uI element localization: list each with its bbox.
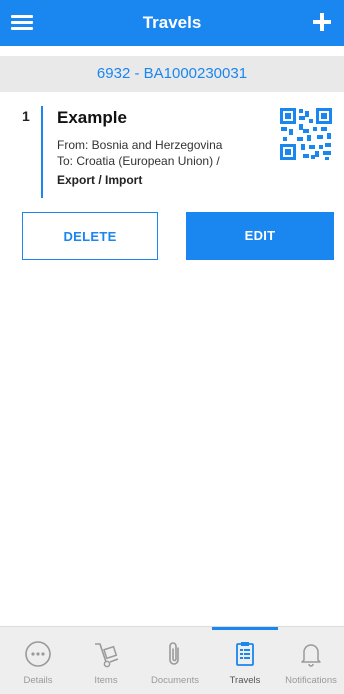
- tab-label: Items: [94, 675, 118, 686]
- tab-documents[interactable]: Documents: [142, 627, 208, 694]
- more-dots-icon: [23, 639, 53, 669]
- paperclip-icon: [160, 639, 190, 669]
- bottom-navigation: Details Items Documents Travels Notifica…: [0, 626, 344, 694]
- clipboard-icon: [230, 639, 260, 669]
- tab-label: Details: [23, 675, 53, 686]
- tab-items[interactable]: Items: [73, 627, 139, 694]
- travel-list-item[interactable]: 1 Example From: Bosnia and Herzegovina T…: [0, 100, 344, 200]
- travel-type: Export / Import: [57, 173, 143, 187]
- delete-button[interactable]: DELETE: [22, 212, 158, 260]
- tab-travels[interactable]: Travels: [212, 627, 278, 694]
- plus-icon[interactable]: [310, 10, 334, 34]
- tab-details[interactable]: Details: [5, 627, 71, 694]
- travel-divider: [41, 106, 43, 198]
- qr-code-icon[interactable]: [278, 106, 334, 162]
- tab-label: Notifications: [285, 675, 337, 686]
- hand-truck-icon: [91, 639, 121, 669]
- declaration-number: 6932 - BA1000230031: [0, 56, 344, 92]
- bell-icon: [296, 639, 326, 669]
- tab-notifications[interactable]: Notifications: [278, 627, 344, 694]
- app-header: Travels: [0, 0, 344, 46]
- page-title: Travels: [142, 13, 202, 32]
- tab-label: Documents: [150, 675, 200, 686]
- travel-to: To: Croatia (European Union) /: [57, 154, 220, 168]
- travel-number: 1: [22, 108, 30, 124]
- tab-label: Travels: [229, 675, 261, 686]
- travel-name: Example: [57, 108, 127, 127]
- edit-button[interactable]: EDIT: [186, 212, 334, 260]
- travel-from: From: Bosnia and Herzegovina: [57, 138, 223, 152]
